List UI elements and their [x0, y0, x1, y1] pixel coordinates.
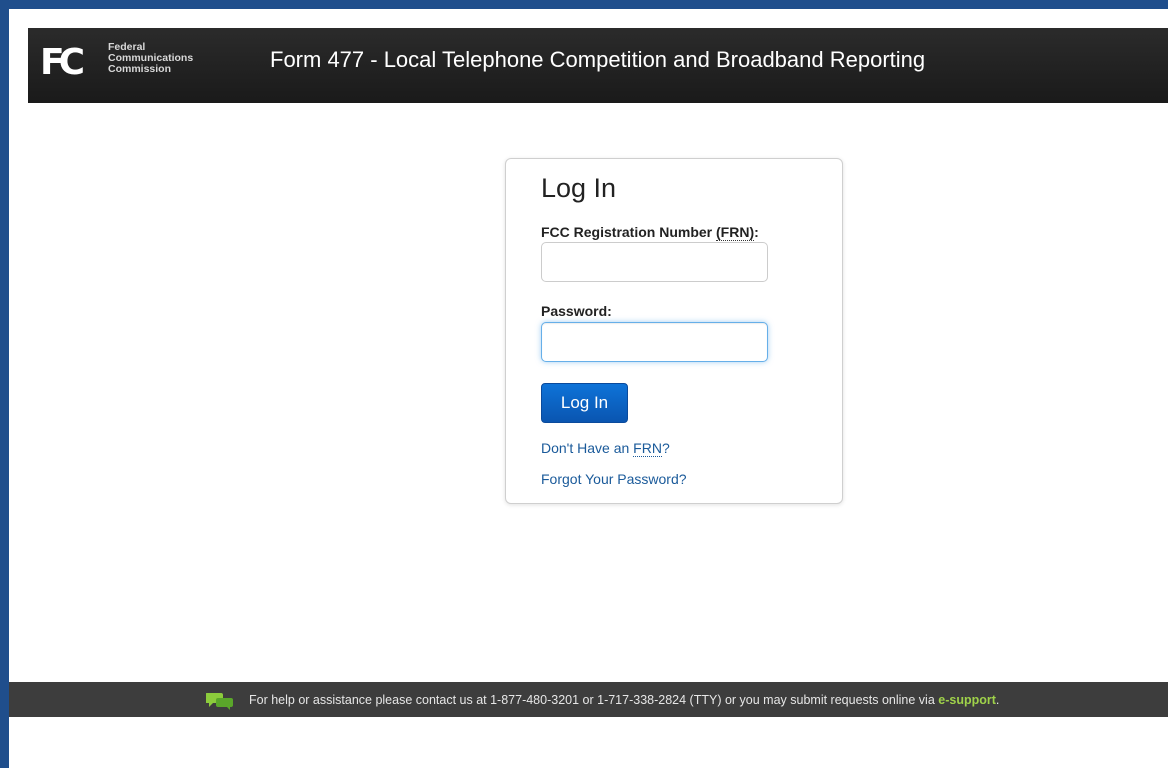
- no-frn-suffix: ?: [661, 440, 670, 456]
- frn-label-text: FCC Registration Number: [541, 224, 713, 240]
- logo-line-commission: Commission: [108, 63, 172, 75]
- fcc-logo-mark[interactable]: FC: [40, 40, 85, 86]
- login-button[interactable]: Log In: [541, 383, 628, 423]
- help-text-body: For help or assistance please contact us…: [249, 693, 939, 707]
- no-frn-link[interactable]: Don't Have an FRN?: [541, 440, 670, 457]
- frn-label-abbr: (FRN): [716, 224, 755, 241]
- esupport-link[interactable]: e-support: [938, 693, 996, 707]
- page-title: Form 477 - Local Telephone Competition a…: [270, 47, 926, 72]
- help-footer: For help or assistance please contact us…: [9, 682, 1168, 717]
- window-frame-top: [0, 0, 1168, 9]
- no-frn-prefix: Don't Have an: [541, 440, 634, 456]
- help-text: For help or assistance please contact us…: [249, 692, 999, 708]
- chat-icon: [206, 693, 233, 710]
- no-frn-abbr: FRN: [633, 440, 662, 457]
- frn-input[interactable]: [541, 242, 768, 282]
- window-frame-left: [0, 0, 9, 768]
- login-panel: Log In FCC Registration Number (FRN): Pa…: [505, 158, 843, 504]
- forgot-password-link[interactable]: Forgot Your Password?: [541, 471, 687, 487]
- frn-label: FCC Registration Number (FRN):: [541, 224, 759, 241]
- password-label: Password:: [541, 303, 612, 319]
- help-text-period: .: [995, 693, 1000, 707]
- site-header: FC Federal Communications Commission For…: [28, 28, 1168, 103]
- login-heading: Log In: [541, 173, 617, 203]
- fcc-logo-text[interactable]: Federal Communications Commission: [108, 42, 193, 75]
- frn-label-colon: :: [754, 224, 759, 240]
- password-input[interactable]: [541, 322, 768, 362]
